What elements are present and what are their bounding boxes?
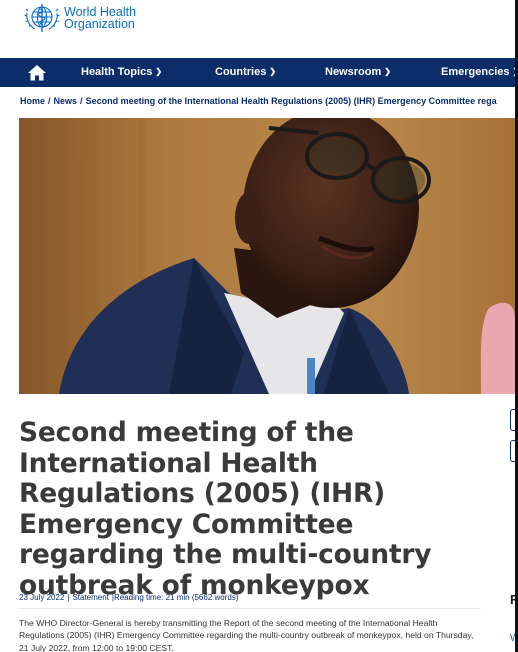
breadcrumb-separator: / [80,96,83,106]
nav-label: Emergencies [441,66,510,78]
nav-health-topics[interactable]: Health Topics ❯ [81,58,162,87]
chevron-down-icon: ❯ [384,67,391,76]
breadcrumb-home[interactable]: Home [20,96,45,106]
logo-line-2: Organization [64,17,135,31]
meta-separator: | [67,593,70,602]
reading-time: Reading time: 21 min (5662 words) [114,593,239,602]
main-nav: Health Topics ❯ Countries ❯ Newsroom ❯ Emer… [0,58,518,87]
nav-newsroom[interactable]: Newsroom ❯ [325,58,391,87]
who-emblem-icon [24,4,60,32]
page-title: Second meeting of the International Heal… [19,417,432,601]
breadcrumb: Home / News / Second meeting of the Internat… [20,96,515,106]
article-meta: 23 July 2022 | Statement |Reading time: 21 … [19,593,239,602]
breadcrumb-current: Second meeting of the International Heal… [85,96,497,106]
hero-photo [19,118,515,394]
article-type[interactable]: Statement [72,593,108,602]
chevron-down-icon: ❯ [269,67,277,76]
nav-emergencies[interactable]: Emergencies❯ [441,58,518,87]
home-icon[interactable] [26,62,48,83]
divider [19,608,481,609]
breadcrumb-news[interactable]: News [54,96,78,106]
article-intro: The WHO Director-General is hereby trans… [19,618,474,652]
nav-label: Newsroom [325,66,382,78]
article-date: 23 July 2022 [19,593,65,602]
site-header: World Health Organization [0,0,515,58]
breadcrumb-separator: / [48,96,51,106]
nav-label: Countries [215,66,267,78]
nav-label: Health Topics [81,66,153,78]
chevron-down-icon: ❯ [155,67,163,76]
hero-image [19,118,515,394]
who-logo[interactable]: World Health Organization [24,2,136,34]
nav-countries[interactable]: Countries ❯ [215,58,276,87]
